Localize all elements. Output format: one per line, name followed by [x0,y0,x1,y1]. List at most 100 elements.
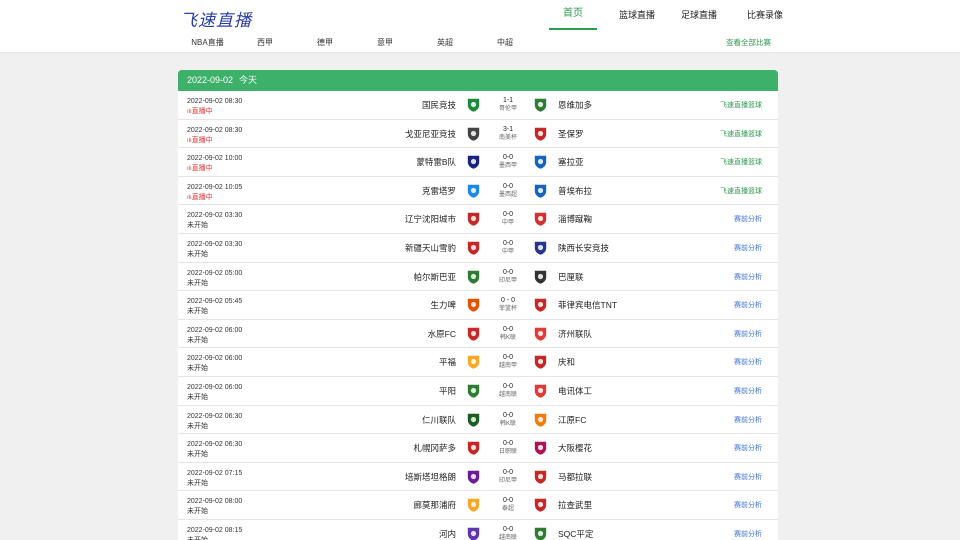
home-team-name[interactable]: 培斯塔坦格朗 [405,472,456,482]
subnav-laliga[interactable]: 西甲 [235,37,295,49]
away-team-name[interactable]: 淄博蹴鞠 [558,214,592,224]
sub-nav: NBA直播 西甲 德甲 意甲 英超 中超 [180,37,535,49]
home-team-logo [466,383,481,399]
match-status: 未开始 [187,479,208,488]
match-row[interactable]: 2022-09-02 08:15 未开始 河内 0-0越南联 SQC平定 赛前分析 [178,520,778,540]
match-row[interactable]: 2022-09-02 08:30 ılı直播中 戈亚尼亚竞技 3-1 南美杯 圣保罗 飞速直… [178,120,778,149]
match-score: 3-1 [502,125,514,133]
away-team-name[interactable]: 电讯体工 [558,386,592,396]
home-team-name[interactable]: 水原FC [428,329,456,339]
home-team-name[interactable]: 蒙特雷B队 [416,157,456,167]
home-team-badge-icon [467,269,480,284]
match-status: ılı直播中 [187,164,213,174]
home-team-name[interactable]: 平福 [439,357,456,367]
home-team-name[interactable]: 河内 [439,529,456,539]
match-row[interactable]: 2022-09-02 06:30 未开始 仁川联队 0-0 韩K联 江原FC 赛前分析 [178,406,778,435]
away-team-name[interactable]: 庆和 [558,357,575,367]
home-team-name[interactable]: 戈亚尼亚竞技 [405,129,456,139]
nav-home[interactable]: 首页 [549,0,597,30]
away-team-badge-icon [534,212,547,227]
match-row[interactable]: 2022-09-02 10:05 ılı直播中 克雷塔罗 0-0 墨西超 普埃布拉 飞速直播… [178,177,778,206]
match-row[interactable]: 2022-09-02 06:30 未开始 札幌冈萨多 0-0 日职联 大阪樱花 赛前分析 [178,434,778,463]
away-team-name[interactable]: 济州联队 [558,329,592,339]
match-row[interactable]: 2022-09-02 03:30 未开始 辽宁沈阳城市 0-0 中甲 淄博蹴鞠 赛前分析 [178,205,778,234]
subnav-premier-league[interactable]: 英超 [415,37,475,49]
subnav-bundesliga[interactable]: 德甲 [295,37,355,49]
away-team-name[interactable]: 大阪樱花 [558,443,592,453]
match-link[interactable]: 赛前分析 [734,501,762,510]
match-link[interactable]: 飞速直播篮球 [720,187,762,196]
match-status: 未开始 [187,250,208,259]
away-team-name[interactable]: 陕西长安竞技 [558,243,609,253]
away-team-name[interactable]: 马都拉联 [558,472,592,482]
away-team-name[interactable]: 江原FC [558,415,586,425]
away-team-name[interactable]: 拉查武里 [558,500,592,510]
away-team-badge-icon [534,126,547,141]
away-team-name[interactable]: 巴厘联 [558,272,584,282]
match-link[interactable]: 赛前分析 [734,444,762,453]
match-link[interactable]: 赛前分析 [734,273,762,282]
nav-replays[interactable]: 比赛录像 [735,0,795,30]
match-status-text: 未开始 [187,451,208,459]
home-team-name[interactable]: 廊莫那浦府 [413,500,456,510]
match-link[interactable]: 飞速直播篮球 [720,158,762,167]
match-link[interactable]: 赛前分析 [734,473,762,482]
away-team-name[interactable]: 普埃布拉 [558,186,592,196]
match-score: 0-0 [502,440,514,448]
match-status: 未开始 [187,422,208,431]
match-row[interactable]: 2022-09-02 05:00 未开始 帕尔斯巴亚 0-0 印尼甲 巴厘联 赛前分析 [178,263,778,292]
match-row[interactable]: 2022-09-02 10:00 ılı直播中 蒙特雷B队 0-0 墨西甲 塞拉亚 飞速直播… [178,148,778,177]
home-team-name[interactable]: 平阳 [439,386,456,396]
home-team-logo [466,183,481,199]
nav-football-live[interactable]: 足球直播 [673,0,725,30]
away-team-name[interactable]: SQC平定 [558,529,593,539]
home-team-name[interactable]: 辽宁沈阳城市 [405,214,456,224]
match-link[interactable]: 飞速直播篮球 [720,101,762,110]
away-team-name[interactable]: 塞拉亚 [558,157,584,167]
view-all-matches-link[interactable]: 查看全部比赛 [726,37,771,49]
subnav-seriea[interactable]: 意甲 [355,37,415,49]
match-link[interactable]: 赛前分析 [734,358,762,367]
home-team-name[interactable]: 新疆天山雪豹 [405,243,456,253]
home-team-name[interactable]: 帕尔斯巴亚 [413,272,456,282]
away-team-badge-icon [534,241,547,256]
home-team-name[interactable]: 仁川联队 [422,415,456,425]
home-team-name[interactable]: 札幌冈萨多 [413,443,456,453]
match-link[interactable]: 赛前分析 [734,416,762,425]
match-row[interactable]: 2022-09-02 07:15 未开始 培斯塔坦格朗 0-0 印尼甲 马都拉联 赛前分析 [178,463,778,492]
subnav-nba[interactable]: NBA直播 [180,37,235,49]
match-link[interactable]: 赛前分析 [734,215,762,224]
match-link[interactable]: 赛前分析 [734,387,762,396]
away-team-name[interactable]: 菲律宾电信TNT [558,300,617,310]
home-team-name[interactable]: 国民竞技 [422,100,456,110]
match-row[interactable]: 2022-09-02 06:00 未开始 平阳 0-0 越南联 电讯体工 赛前分析 [178,377,778,406]
subnav-csl[interactable]: 中超 [475,37,535,49]
match-link[interactable]: 赛前分析 [734,330,762,339]
match-link[interactable]: 赛前分析 [734,301,762,310]
match-status-text: 未开始 [187,365,208,373]
match-link[interactable]: 赛前分析 [734,244,762,253]
match-score: 0-0 [502,239,514,247]
match-link[interactable]: 赛前分析 [734,530,762,539]
away-team-name[interactable]: 恩维加多 [558,100,592,110]
match-status: 未开始 [187,393,208,402]
away-team-badge-icon [534,326,547,342]
match-row[interactable]: 2022-09-02 06:00 未开始 水原FC 0-0 韩K联 济州联队 赛前分析 [178,320,778,349]
match-row[interactable]: 2022-09-02 03:30 未开始 新疆天山雪豹 0-0 中甲 陕西长安竞技 赛前分析 [178,234,778,263]
home-team-logo [466,269,481,285]
nav-basketball-live[interactable]: 篮球直播 [611,0,663,30]
away-team-logo [533,526,548,540]
away-team-badge-icon [534,298,547,313]
match-status: ılı直播中 [187,136,213,146]
site-logo[interactable]: 飞速直播 [180,6,252,31]
away-team-name[interactable]: 圣保罗 [558,129,584,139]
match-row[interactable]: 2022-09-02 08:00 未开始 廊莫那浦府 0-0 泰超 拉查武里 赛前分析 [178,491,778,520]
home-team-name[interactable]: 生力啤 [430,300,456,310]
away-team-logo [533,154,548,170]
match-row[interactable]: 2022-09-02 05:45 未开始 生力啤 0 - 0 菲篮杯 菲律宾电信TNT 赛前… [178,291,778,320]
match-row[interactable]: 2022-09-02 08:30 ılı直播中 国民竞技 1-1 哥伦甲 恩维加多 飞速直播… [178,91,778,120]
match-score: 0-0 [502,325,514,333]
match-row[interactable]: 2022-09-02 06:00 未开始 平福 0-0 越南甲 庆和 赛前分析 [178,348,778,377]
home-team-name[interactable]: 克雷塔罗 [422,186,456,196]
match-link[interactable]: 飞速直播篮球 [720,130,762,139]
